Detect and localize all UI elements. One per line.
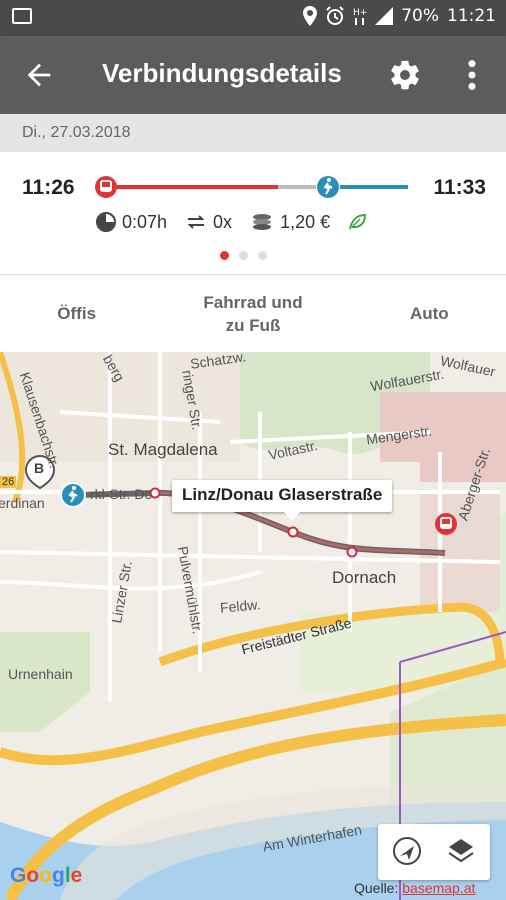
stop-callout[interactable]: Linz/Donau Glaserstraße [172,480,393,520]
svg-text:H+: H+ [353,8,367,18]
layers-icon[interactable] [444,834,478,868]
leaf-icon [349,213,367,230]
page-title: Verbindungsdetails [102,58,342,88]
clock: 11:21 [447,6,496,26]
back-arrow-icon[interactable] [22,58,56,92]
location-icon [303,6,318,26]
status-right: H+ 70% 11:21 [303,6,496,26]
arrival-time: 11:33 [433,176,486,199]
connection-card[interactable]: 11:26 11:33 0:07h 0x 1,20 € [0,152,506,274]
route-line [95,176,408,198]
app-bar: Verbindungsdetails [0,36,506,114]
mode-tabs: Öffis Fahrrad und zu Fuß Auto [0,274,506,352]
duration: 0:07h [122,211,168,232]
battery-level: 70% [401,6,439,26]
price: 1,20 € [280,211,331,232]
coins-icon [253,214,272,230]
google-logo: Google [10,864,83,887]
b-marker-label: B [34,460,45,476]
transfer-icon [187,215,205,229]
navigation-icon[interactable] [390,834,424,868]
alarm-icon [326,6,344,25]
signal-icon [375,7,394,25]
tram-icon [95,176,117,198]
tab-auto[interactable]: Auto [353,275,506,352]
map-view[interactable]: B 26 erdinan rkl-Str. Do St. Magdalena D… [0,352,506,900]
status-bar: H+ 70% 11:21 [0,0,506,36]
page-dot[interactable] [258,251,267,260]
more-vert-icon[interactable] [460,58,484,92]
place-label-dornach: Dornach [332,568,397,587]
tab-fahrrad-fuss[interactable]: Fahrrad und zu Fuß [153,275,352,352]
map-attribution: Quelle: basemap.at [354,880,476,896]
tab-oeffis[interactable]: Öffis [0,275,153,352]
place-label-urnenhain: Urnenhain [8,666,73,682]
place-label-st-magdalena: St. Magdalena [108,440,218,459]
page-dot[interactable] [220,251,229,260]
tab-auto-label: Auto [409,304,449,323]
walk-icon [317,176,339,198]
page-indicator [220,251,267,260]
map-controls [378,824,490,880]
transfers: 0x [213,211,233,232]
tab-oeffis-label: Öffis [57,304,97,323]
image-icon [12,8,32,24]
road-number-label: 26 [0,476,17,488]
street-label-markl: rkl-Str. Do [90,486,153,502]
clock-icon [96,212,116,232]
departure-time: 11:26 [22,176,75,199]
basemap-link[interactable]: basemap.at [402,880,475,896]
start-walk-icon[interactable] [60,482,86,508]
network-hplus-icon: H+ [353,8,367,25]
gear-icon[interactable] [388,58,422,92]
tab-fahrrad-fuss-label: Fahrrad und zu Fuß [203,292,303,335]
street-label-erdinan: erdinan [0,495,45,511]
connection-stats: 0:07h 0x 1,20 € [96,207,372,237]
date-bar: Di., 27.03.2018 [0,114,506,152]
page-dot[interactable] [239,251,248,260]
